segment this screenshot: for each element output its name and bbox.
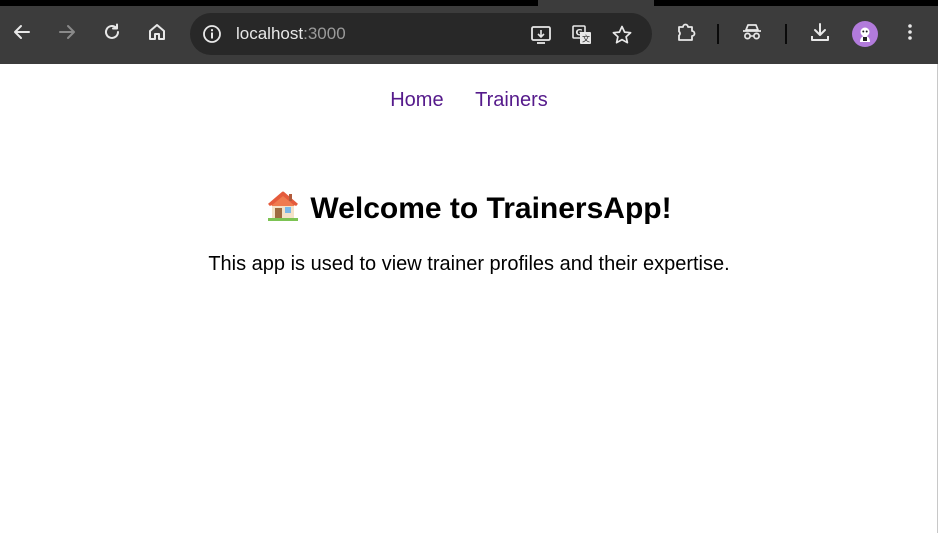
downloads-button[interactable]	[804, 16, 836, 48]
download-icon	[811, 23, 829, 41]
incognito-button[interactable]	[736, 16, 768, 48]
extensions-button[interactable]	[670, 16, 702, 48]
arrow-right-icon	[59, 25, 75, 39]
house-emoji-icon	[268, 191, 299, 221]
incognito-icon	[743, 24, 761, 40]
url-port: :3000	[303, 24, 346, 43]
page-title-text: Welcome to TrainersApp!	[310, 192, 672, 225]
url-text[interactable]: localhost:3000	[236, 24, 346, 44]
address-bar[interactable]: localhost:3000 G 文	[190, 13, 652, 55]
star-icon	[612, 25, 632, 44]
toolbar-separator	[785, 24, 787, 44]
reload-icon	[105, 23, 119, 39]
active-tab[interactable]	[538, 0, 654, 6]
intro-text: This app is used to view trainer profile…	[208, 253, 730, 275]
translate-button[interactable]: G 文	[571, 24, 593, 46]
bookmark-button[interactable]	[611, 24, 633, 46]
tab-strip	[0, 0, 938, 6]
kebab-menu-icon	[908, 24, 912, 40]
back-button[interactable]	[6, 16, 38, 48]
avatar-icon	[860, 27, 870, 42]
url-host: localhost	[236, 24, 304, 43]
reload-button[interactable]	[96, 16, 128, 48]
info-icon[interactable]	[202, 24, 222, 44]
home-icon	[149, 24, 165, 40]
install-app-icon	[531, 26, 551, 44]
puzzle-icon	[678, 23, 696, 41]
home-button[interactable]	[141, 16, 173, 48]
arrow-left-icon	[14, 25, 30, 39]
profile-avatar-button[interactable]	[852, 21, 878, 47]
site-nav: Home Trainers	[0, 86, 938, 114]
forward-button[interactable]	[51, 16, 83, 48]
nav-link-trainers[interactable]: Trainers	[475, 86, 548, 114]
install-app-button[interactable]	[530, 24, 552, 46]
browser-toolbar: localhost:3000 G 文	[0, 0, 938, 64]
toolbar-separator	[717, 24, 719, 44]
nav-link-home[interactable]: Home	[390, 86, 443, 114]
svg-text:文: 文	[582, 34, 590, 44]
page-title: Welcome to TrainersApp!	[0, 189, 938, 229]
browser-menu-button[interactable]	[894, 16, 926, 48]
translate-icon: G 文	[572, 25, 591, 44]
